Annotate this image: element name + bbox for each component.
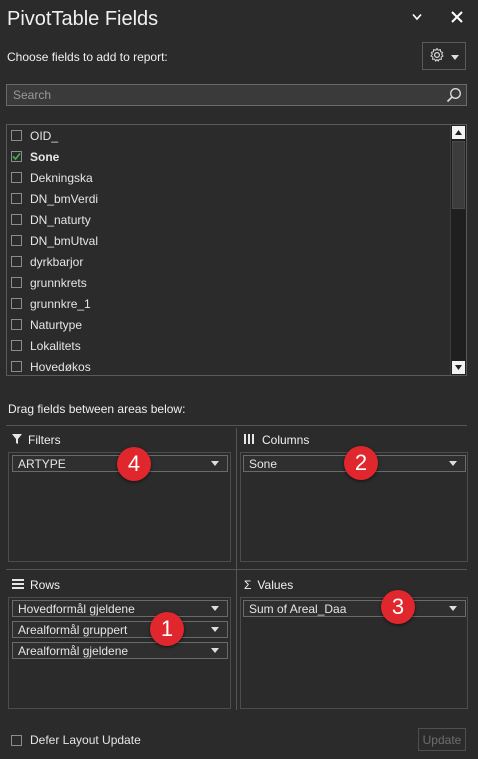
sigma-icon: Σ xyxy=(244,578,252,592)
field-label: Hovedøkos xyxy=(30,359,91,374)
field-label: DN_bmUtval xyxy=(30,233,99,248)
field-label: grunnkrets xyxy=(30,275,87,290)
field-item-lokalitets[interactable]: Lokalitets xyxy=(7,335,451,356)
gear-icon xyxy=(429,47,445,66)
field-item-dyrkbarjor[interactable]: dyrkbarjor xyxy=(7,251,451,272)
field-label: Dekningska xyxy=(30,170,93,185)
column-item-label: Sone xyxy=(249,456,278,471)
field-checkbox[interactable] xyxy=(11,361,22,372)
update-button[interactable]: Update xyxy=(418,728,466,751)
search-box xyxy=(6,84,467,106)
chevron-down-icon xyxy=(211,461,219,466)
field-label: Sone xyxy=(30,149,60,164)
field-checkbox[interactable] xyxy=(11,340,22,351)
callout-badge-rows: 1 xyxy=(150,612,184,646)
callout-badge-columns: 2 xyxy=(344,446,378,480)
field-label: grunnkre_1 xyxy=(30,296,91,311)
row-item[interactable]: Arealformål gruppert xyxy=(12,621,228,638)
chevron-down-icon xyxy=(211,627,219,632)
field-checkbox[interactable] xyxy=(11,172,22,183)
panel-title: PivotTable Fields xyxy=(7,8,159,30)
callout-badge-filters: 4 xyxy=(117,447,151,481)
row-item-label: Hovedformål gjeldene xyxy=(18,601,135,616)
field-label: DN_bmVerdi xyxy=(30,191,99,206)
defer-layout-checkbox[interactable] xyxy=(11,734,22,746)
field-item-hovedokos[interactable]: Hovedøkos xyxy=(7,356,451,375)
field-label: Naturtype xyxy=(30,317,83,332)
row-item-label: Arealformål gjeldene xyxy=(18,643,129,658)
search-icon[interactable] xyxy=(446,87,462,106)
filter-icon xyxy=(12,433,22,447)
scroll-up-button[interactable] xyxy=(452,126,465,139)
field-checkbox[interactable] xyxy=(11,235,22,246)
row-item-label: Arealformål gruppert xyxy=(18,622,128,637)
field-label: dyrkbarjor xyxy=(30,254,84,269)
rows-icon xyxy=(12,578,24,592)
field-checkbox[interactable] xyxy=(11,319,22,330)
callout-badge-values: 3 xyxy=(381,590,415,624)
values-area[interactable]: Sum of Areal_Daa xyxy=(240,597,468,709)
field-item-sone[interactable]: Sone xyxy=(7,146,451,167)
rows-area[interactable]: Hovedformål gjeldene Arealformål grupper… xyxy=(8,597,231,709)
field-label: DN_naturty xyxy=(30,212,91,227)
areas-vertical-divider xyxy=(236,428,237,710)
columns-title: Columns xyxy=(262,433,310,447)
field-settings-button[interactable] xyxy=(422,42,466,70)
choose-fields-label: Choose fields to add to report: xyxy=(7,50,168,64)
filters-title: Filters xyxy=(28,433,61,447)
chevron-down-icon xyxy=(211,648,219,653)
areas-top-divider xyxy=(6,425,467,426)
field-checkbox[interactable] xyxy=(11,214,22,225)
chevron-down-icon xyxy=(449,606,457,611)
search-input[interactable] xyxy=(7,85,449,105)
field-checkbox[interactable] xyxy=(11,298,22,309)
defer-layout-label: Defer Layout Update xyxy=(30,733,141,747)
close-icon[interactable] xyxy=(451,11,463,23)
field-checkbox[interactable] xyxy=(11,193,22,204)
row-item[interactable]: Hovedformål gjeldene xyxy=(12,600,228,617)
chevron-down-icon xyxy=(451,49,459,63)
scroll-thumb[interactable] xyxy=(452,141,465,209)
field-item-dekningska[interactable]: Dekningska xyxy=(7,167,451,188)
field-list: OID_ Sone Dekningska DN_bmVerdi DN_natur… xyxy=(6,124,467,376)
checkmark-icon xyxy=(12,152,21,161)
arrow-down-icon xyxy=(455,365,462,370)
rows-header: Rows xyxy=(12,578,60,592)
values-title: Values xyxy=(257,578,294,592)
value-item-label: Sum of Areal_Daa xyxy=(249,601,347,616)
values-header: Σ Values xyxy=(244,578,293,592)
field-item-dn-bmverdi[interactable]: DN_bmVerdi xyxy=(7,188,451,209)
chevron-down-icon xyxy=(211,606,219,611)
field-item-grunnkre-1[interactable]: grunnkre_1 xyxy=(7,293,451,314)
field-item-naturtype[interactable]: Naturtype xyxy=(7,314,451,335)
row-item[interactable]: Arealformål gjeldene xyxy=(12,642,228,659)
field-checkbox[interactable] xyxy=(11,256,22,267)
chevron-down-icon xyxy=(449,461,457,466)
scroll-down-button[interactable] xyxy=(452,361,465,374)
filters-header: Filters xyxy=(12,433,61,447)
value-item[interactable]: Sum of Areal_Daa xyxy=(243,600,466,617)
field-item-dn-naturty[interactable]: DN_naturty xyxy=(7,209,451,230)
defer-layout-update[interactable]: Defer Layout Update xyxy=(11,733,141,747)
drag-fields-label: Drag fields between areas below: xyxy=(8,402,186,416)
columns-header: Columns xyxy=(244,433,309,447)
field-item-oid[interactable]: OID_ xyxy=(7,125,451,146)
vertical-scrollbar[interactable] xyxy=(450,125,466,375)
filter-item-label: ARTYPE xyxy=(18,456,66,471)
rows-title: Rows xyxy=(30,578,61,592)
columns-icon xyxy=(244,433,256,447)
field-item-grunnkrets[interactable]: grunnkrets xyxy=(7,272,451,293)
field-checkbox[interactable] xyxy=(11,130,22,141)
arrow-up-icon xyxy=(455,130,462,135)
field-label: Lokalitets xyxy=(30,338,81,353)
chevron-down-icon[interactable] xyxy=(412,13,422,21)
field-label: OID_ xyxy=(30,128,59,143)
field-checkbox[interactable] xyxy=(11,151,22,162)
field-item-dn-bmutval[interactable]: DN_bmUtval xyxy=(7,230,451,251)
field-checkbox[interactable] xyxy=(11,277,22,288)
